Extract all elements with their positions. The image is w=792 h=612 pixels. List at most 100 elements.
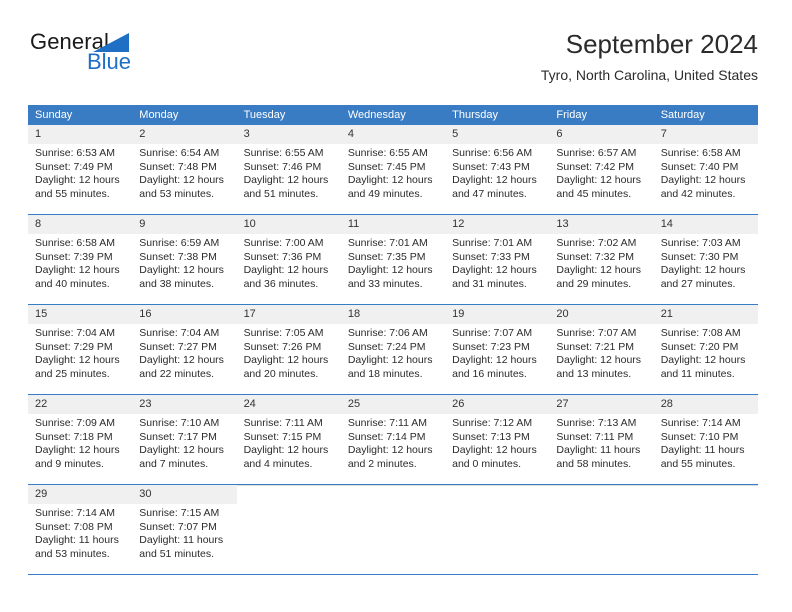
day-cell-content[interactable]: 22 Sunrise: 7:09 AM Sunset: 7:18 PM Dayligh… (28, 395, 133, 484)
day-cell-empty (236, 485, 341, 574)
day-cell-content[interactable]: 28 Sunrise: 7:14 AM Sunset: 7:10 PM Dayligh… (653, 395, 758, 484)
calendar-day-cell: 20 Sunrise: 7:07 AM Sunset: 7:21 PM Dayligh… (549, 304, 654, 395)
calendar-week-row: 15 Sunrise: 7:04 AM Sunset: 7:29 PM Dayligh… (28, 304, 758, 395)
daylight-text-line2: and 53 minutes. (139, 187, 214, 200)
daylight-text-line1: Daylight: 12 hours (35, 444, 120, 456)
day-cell-content[interactable]: 11 Sunrise: 7:01 AM Sunset: 7:35 PM Dayligh… (340, 215, 446, 304)
calendar-day-cell: 22 Sunrise: 7:09 AM Sunset: 7:18 PM Dayligh… (28, 394, 133, 485)
sunrise-text: Sunrise: 7:11 AM (243, 417, 323, 429)
sunrise-text: Sunrise: 7:09 AM (35, 417, 115, 429)
sunset-text: Sunset: 7:07 PM (139, 520, 217, 533)
daylight-text-line2: and 0 minutes. (452, 457, 522, 470)
calendar-day-cell: 1 Sunrise: 6:53 AM Sunset: 7:49 PM Daylight… (28, 125, 133, 215)
daylight-text-line1: Daylight: 12 hours (452, 444, 537, 456)
general-blue-logo[interactable]: General Blue (28, 30, 218, 84)
calendar-day-cell: 5 Sunrise: 6:56 AM Sunset: 7:43 PM Daylight… (445, 125, 550, 215)
daylight-text-line2: and 53 minutes. (35, 547, 110, 560)
sunrise-text: Sunrise: 7:04 AM (139, 327, 220, 339)
sunset-text: Sunset: 7:39 PM (35, 250, 113, 263)
weekday-header-tuesday: Tuesday (236, 105, 341, 125)
daylight-text-line2: and 18 minutes. (347, 367, 423, 380)
day-cell-content[interactable]: 20 Sunrise: 7:07 AM Sunset: 7:21 PM Dayligh… (549, 305, 654, 394)
day-cell-content[interactable]: 21 Sunrise: 7:08 AM Sunset: 7:20 PM Dayligh… (653, 305, 758, 394)
day-details: Sunrise: 7:14 AM Sunset: 7:08 PM Daylight:… (28, 504, 132, 561)
sunset-text: Sunset: 7:20 PM (660, 340, 739, 353)
day-cell-content[interactable]: 2 Sunrise: 6:54 AM Sunset: 7:48 PM Daylight… (132, 125, 237, 214)
calendar-day-cell: 4 Sunrise: 6:55 AM Sunset: 7:45 PM Daylight… (340, 125, 446, 215)
calendar-day-cell: 26 Sunrise: 7:12 AM Sunset: 7:13 PM Dayligh… (445, 394, 550, 485)
day-cell-content[interactable]: 7 Sunrise: 6:58 AM Sunset: 7:40 PM Daylight… (653, 125, 758, 214)
daylight-text-line1: Daylight: 12 hours (347, 174, 433, 186)
daylight-text-line2: and 4 minutes. (243, 457, 313, 470)
daylight-text-line2: and 25 minutes. (35, 367, 110, 380)
calendar-day-cell: 9 Sunrise: 6:59 AM Sunset: 7:38 PM Daylight… (132, 214, 237, 305)
daylight-text-line2: and 2 minutes. (347, 457, 417, 470)
sunrise-text: Sunrise: 7:01 AM (452, 237, 533, 249)
weekday-header-thursday: Thursday (445, 105, 550, 125)
day-cell-content[interactable]: 24 Sunrise: 7:11 AM Sunset: 7:15 PM Dayligh… (236, 395, 341, 484)
day-cell-content[interactable]: 9 Sunrise: 6:59 AM Sunset: 7:38 PM Daylight… (132, 215, 237, 304)
sunset-text: Sunset: 7:18 PM (35, 430, 113, 443)
day-cell-content[interactable]: 14 Sunrise: 7:03 AM Sunset: 7:30 PM Dayligh… (653, 215, 758, 304)
daylight-text-line1: Daylight: 12 hours (139, 264, 224, 276)
daylight-text-line2: and 22 minutes. (139, 367, 214, 380)
day-cell-content[interactable]: 8 Sunrise: 6:58 AM Sunset: 7:39 PM Daylight… (28, 215, 133, 304)
day-cell-content[interactable]: 27 Sunrise: 7:13 AM Sunset: 7:11 PM Dayligh… (549, 395, 654, 484)
sunrise-text: Sunrise: 6:55 AM (347, 147, 428, 159)
daylight-text-line1: Daylight: 12 hours (556, 354, 642, 366)
day-details: Sunrise: 7:06 AM Sunset: 7:24 PM Daylight:… (341, 324, 445, 381)
day-details: Sunrise: 6:55 AM Sunset: 7:46 PM Daylight:… (237, 144, 341, 201)
calendar-day-cell: 28 Sunrise: 7:14 AM Sunset: 7:10 PM Dayligh… (653, 394, 758, 485)
sunset-text: Sunset: 7:24 PM (347, 340, 426, 353)
day-cell-content[interactable]: 18 Sunrise: 7:06 AM Sunset: 7:24 PM Dayligh… (340, 305, 446, 394)
daylight-text-line1: Daylight: 12 hours (452, 174, 537, 186)
day-cell-content[interactable]: 3 Sunrise: 6:55 AM Sunset: 7:46 PM Daylight… (236, 125, 341, 214)
weekday-header-monday: Monday (132, 105, 237, 125)
sunset-text: Sunset: 7:17 PM (139, 430, 217, 443)
day-number: 18 (340, 305, 446, 324)
day-cell-content[interactable]: 19 Sunrise: 7:07 AM Sunset: 7:23 PM Dayligh… (445, 305, 550, 394)
sunset-text: Sunset: 7:36 PM (243, 250, 322, 263)
day-number: 6 (549, 125, 654, 144)
weekday-header-friday: Friday (549, 105, 654, 125)
sunset-text: Sunset: 7:15 PM (243, 430, 322, 443)
day-cell-content[interactable]: 12 Sunrise: 7:01 AM Sunset: 7:33 PM Dayligh… (445, 215, 550, 304)
day-cell-content[interactable]: 16 Sunrise: 7:04 AM Sunset: 7:27 PM Dayligh… (132, 305, 237, 394)
daylight-text-line2: and 36 minutes. (243, 277, 319, 290)
daylight-text-line1: Daylight: 12 hours (35, 174, 120, 186)
calendar-day-cell: 30 Sunrise: 7:15 AM Sunset: 7:07 PM Dayligh… (132, 484, 237, 575)
day-cell-content[interactable]: 30 Sunrise: 7:15 AM Sunset: 7:07 PM Dayligh… (132, 485, 237, 574)
daylight-text-line2: and 55 minutes. (660, 457, 736, 470)
day-details: Sunrise: 7:11 AM Sunset: 7:14 PM Daylight:… (341, 414, 445, 471)
daylight-text-line2: and 38 minutes. (139, 277, 214, 290)
day-details: Sunrise: 7:13 AM Sunset: 7:11 PM Daylight:… (549, 414, 653, 471)
day-details: Sunrise: 6:57 AM Sunset: 7:42 PM Daylight:… (549, 144, 653, 201)
day-cell-content[interactable]: 4 Sunrise: 6:55 AM Sunset: 7:45 PM Daylight… (340, 125, 446, 214)
daylight-text-line1: Daylight: 12 hours (243, 354, 329, 366)
day-cell-content[interactable]: 5 Sunrise: 6:56 AM Sunset: 7:43 PM Daylight… (445, 125, 550, 214)
day-cell-content[interactable]: 29 Sunrise: 7:14 AM Sunset: 7:08 PM Dayligh… (28, 485, 133, 574)
day-cell-content[interactable]: 10 Sunrise: 7:00 AM Sunset: 7:36 PM Dayligh… (236, 215, 341, 304)
daylight-text-line1: Daylight: 11 hours (556, 444, 641, 456)
day-cell-content[interactable]: 25 Sunrise: 7:11 AM Sunset: 7:14 PM Dayligh… (340, 395, 446, 484)
day-number: 9 (132, 215, 237, 234)
day-details: Sunrise: 7:00 AM Sunset: 7:36 PM Daylight:… (237, 234, 341, 291)
daylight-text-line2: and 45 minutes. (556, 187, 632, 200)
sunrise-text: Sunrise: 7:14 AM (35, 507, 115, 519)
day-cell-content[interactable]: 15 Sunrise: 7:04 AM Sunset: 7:29 PM Dayligh… (28, 305, 133, 394)
day-cell-content[interactable]: 6 Sunrise: 6:57 AM Sunset: 7:42 PM Daylight… (549, 125, 654, 214)
weekday-header-sunday: Sunday (28, 105, 133, 125)
day-number: 24 (236, 395, 341, 414)
sunrise-text: Sunrise: 7:02 AM (556, 237, 637, 249)
daylight-text-line1: Daylight: 12 hours (243, 444, 329, 456)
sunrise-text: Sunrise: 6:53 AM (35, 147, 115, 159)
day-cell-content[interactable]: 17 Sunrise: 7:05 AM Sunset: 7:26 PM Dayligh… (236, 305, 341, 394)
location-subtitle: Tyro, North Carolina, United States (540, 67, 758, 83)
day-cell-content[interactable]: 26 Sunrise: 7:12 AM Sunset: 7:13 PM Dayligh… (445, 395, 550, 484)
day-cell-content[interactable]: 1 Sunrise: 6:53 AM Sunset: 7:49 PM Daylight… (28, 125, 133, 214)
sunrise-text: Sunrise: 7:14 AM (660, 417, 741, 429)
day-number: 4 (340, 125, 446, 144)
day-cell-content[interactable]: 23 Sunrise: 7:10 AM Sunset: 7:17 PM Dayligh… (132, 395, 237, 484)
sunrise-text: Sunrise: 6:58 AM (660, 147, 741, 159)
day-cell-content[interactable]: 13 Sunrise: 7:02 AM Sunset: 7:32 PM Dayligh… (549, 215, 654, 304)
